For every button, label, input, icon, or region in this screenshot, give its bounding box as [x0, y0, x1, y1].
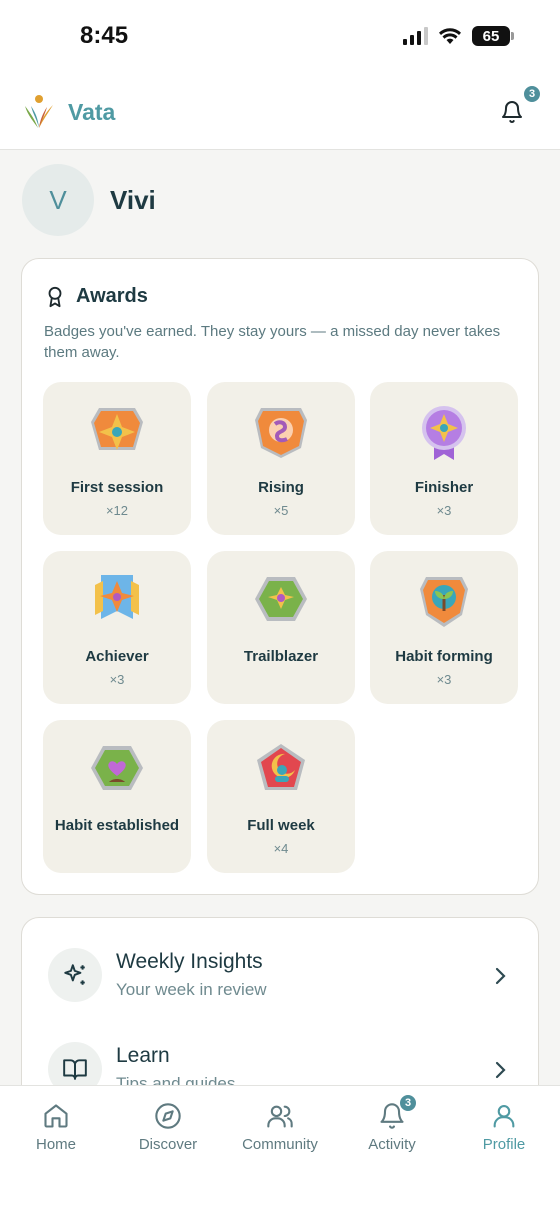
badge-count: ×4 — [273, 841, 289, 856]
chevron-right-icon — [495, 1061, 506, 1079]
nav-community[interactable]: Community — [224, 1102, 336, 1153]
open-book-icon — [63, 1059, 87, 1080]
status-icons: 65 — [403, 26, 514, 46]
star-banner-badge-icon — [95, 575, 139, 619]
awards-title: Awards — [76, 285, 148, 307]
battery-indicator: 65 — [472, 26, 514, 46]
activity-count-badge: 3 — [398, 1093, 418, 1113]
nav-profile[interactable]: Profile — [448, 1102, 560, 1153]
nav-label: Discover — [138, 1136, 198, 1153]
ribbon-medal-badge-icon — [422, 406, 466, 460]
nav-label: Activity — [368, 1136, 416, 1153]
badge-name: Finisher — [414, 479, 474, 496]
badge-name: Trailblazer — [243, 648, 319, 665]
awards-description: Badges you've earned. They stay yours — … — [44, 323, 501, 361]
wifi-icon — [439, 28, 461, 44]
profile-summary: V Vivi — [22, 164, 156, 236]
nav-label: Home — [35, 1136, 76, 1153]
nav-label: Profile — [482, 1136, 526, 1153]
badge-count: ×3 — [109, 672, 125, 687]
avatar[interactable]: V — [22, 164, 94, 236]
moon-pentagon-badge-icon — [257, 744, 305, 790]
nav-home[interactable]: Home — [0, 1102, 112, 1153]
badge-tile[interactable]: Full week ×4 — [207, 720, 355, 873]
awards-header: Awards — [44, 285, 148, 308]
bell-icon — [502, 101, 522, 123]
badge-tile[interactable]: First session ×12 — [43, 382, 191, 535]
hexagon-star-badge-icon — [255, 577, 307, 621]
notification-count-badge: 3 — [522, 84, 542, 104]
badge-tile[interactable]: Trailblazer — [207, 551, 355, 704]
status-time: 8:45 — [80, 22, 129, 49]
users-icon — [267, 1105, 293, 1128]
heart-plant-badge-icon — [91, 746, 143, 790]
bottom-navigation: Home Discover Community 3 Activity Profi… — [0, 1085, 560, 1214]
badge-name: Achiever — [85, 648, 149, 665]
app-header: Vata 3 — [0, 76, 560, 150]
badge-tile[interactable]: Rising ×5 — [207, 382, 355, 535]
badge-count: ×5 — [273, 503, 289, 518]
badge-count: ×3 — [436, 672, 452, 687]
home-icon — [44, 1104, 68, 1128]
menu-item-title: Learn — [116, 1044, 170, 1067]
chevron-right-icon — [495, 967, 506, 985]
nav-activity[interactable]: 3 Activity — [336, 1093, 448, 1153]
badge-name: First session — [70, 479, 164, 496]
badge-name: Habit forming — [395, 648, 493, 665]
award-ribbon-icon — [48, 286, 62, 307]
nav-discover[interactable]: Discover — [112, 1102, 224, 1153]
badge-name: Full week — [247, 817, 315, 834]
profile-icon — [493, 1105, 515, 1128]
sunrise-shield-badge-icon — [255, 408, 307, 458]
status-bar: 8:45 65 — [0, 0, 560, 76]
vata-logo-icon — [25, 95, 53, 128]
badge-tile[interactable]: Habit established — [43, 720, 191, 873]
cellular-signal-icon — [403, 27, 428, 45]
user-name: Vivi — [110, 184, 156, 215]
nav-label: Community — [242, 1136, 318, 1153]
awards-card: Awards Badges you've earned. They stay y… — [21, 258, 539, 895]
sprout-shield-badge-icon — [420, 577, 468, 627]
badge-tile[interactable]: Finisher ×3 — [370, 382, 518, 535]
badge-name: Habit established — [54, 817, 180, 834]
badge-count: ×3 — [436, 503, 452, 518]
app-name: Vata — [68, 98, 116, 125]
menu-item-weekly-insights[interactable]: Weekly Insights Your week in review — [22, 938, 538, 1018]
star-shield-badge-icon — [91, 408, 143, 450]
app-logo[interactable]: Vata — [22, 94, 115, 130]
menu-item-subtitle: Your week in review — [116, 980, 267, 999]
badge-tile[interactable]: Habit forming ×3 — [370, 551, 518, 704]
notifications-button[interactable]: 3 — [500, 84, 542, 124]
menu-item-title: Weekly Insights — [116, 950, 263, 973]
sparkles-icon — [64, 964, 85, 985]
badge-count: ×12 — [105, 503, 129, 518]
badge-tile[interactable]: Achiever ×3 — [43, 551, 191, 704]
badge-name: Rising — [258, 479, 304, 496]
compass-icon — [155, 1103, 181, 1129]
